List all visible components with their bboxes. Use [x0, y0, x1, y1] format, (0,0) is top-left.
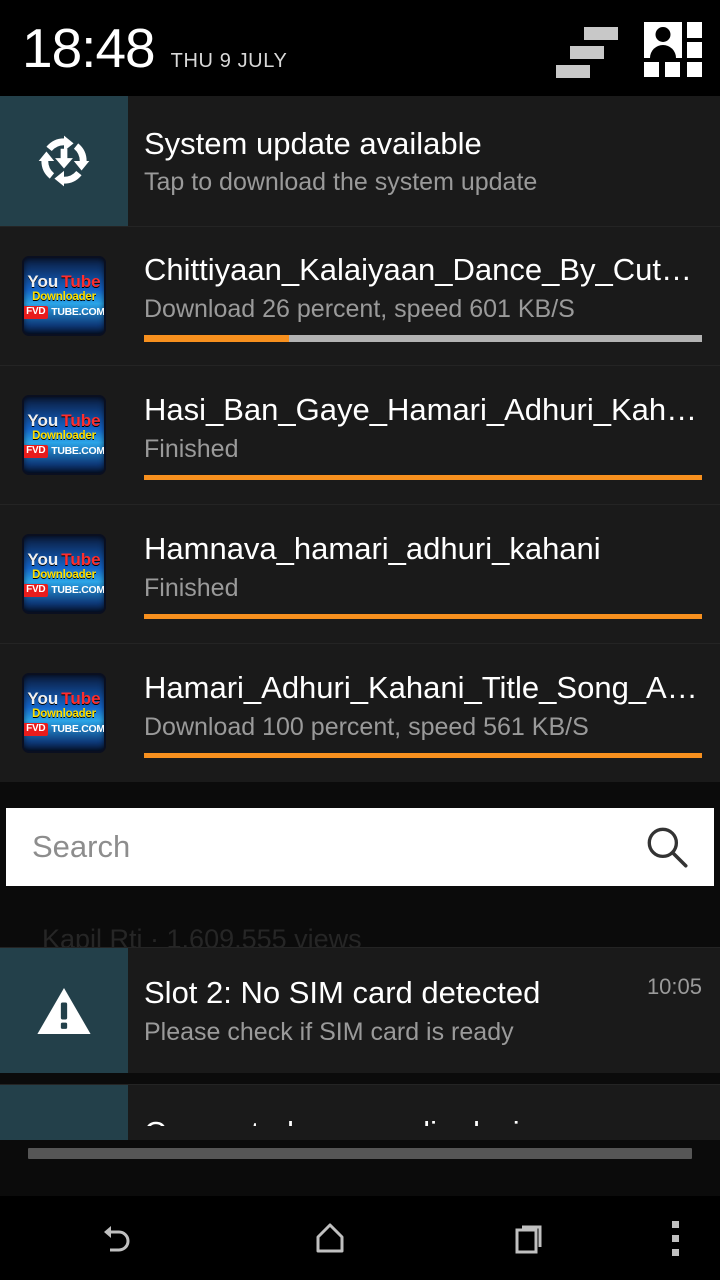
system-update-sync-icon	[33, 130, 95, 192]
download-progress-fill	[144, 753, 702, 758]
app-icon-domain-text: TUBE.COM	[51, 585, 105, 596]
shade-header: 18:48 THU 9 JULY	[0, 0, 720, 96]
youtube-downloader-app-icon: You Tube Downloader FVD TUBE.COM	[22, 256, 106, 336]
download-progress-bar	[144, 753, 702, 758]
notification-icon-panel: You Tube Downloader FVD TUBE.COM	[0, 505, 128, 643]
youtube-downloader-app-icon: You Tube Downloader FVD TUBE.COM	[22, 395, 106, 475]
notification-download-title-song[interactable]: You Tube Downloader FVD TUBE.COM Hamari_…	[0, 643, 720, 782]
signal-bars-icon[interactable]	[556, 24, 618, 76]
download-progress-fill	[144, 335, 289, 342]
back-icon[interactable]	[0, 1196, 230, 1280]
notification-icon-panel: You Tube Downloader FVD TUBE.COM	[0, 644, 128, 782]
notification-subtitle: Please check if SIM card is ready	[144, 1017, 702, 1048]
download-progress-fill	[144, 614, 702, 619]
notification-content: Hasi_Ban_Gaye_Hamari_Adhuri_Kaha… Finish…	[128, 366, 720, 504]
notification-icon-panel: You Tube Downloader FVD TUBE.COM	[0, 227, 128, 365]
notification-subtitle: Tap to download the system update	[144, 167, 702, 198]
clock-and-date[interactable]: 18:48 THU 9 JULY	[0, 21, 287, 76]
navigation-bar	[0, 1196, 720, 1280]
app-icon-fvd-badge: FVD	[23, 306, 48, 319]
app-icon-tube-text: Tube	[61, 412, 100, 429]
notification-subtitle: Download 100 percent, speed 561 KB/S	[144, 712, 702, 743]
notification-icon-panel	[0, 1085, 128, 1140]
app-icon-tube-text: Tube	[61, 551, 100, 568]
warning-triangle-icon	[35, 984, 93, 1038]
notification-title: Hamnava_hamari_adhuri_kahani	[144, 531, 702, 568]
home-icon[interactable]	[230, 1196, 430, 1280]
search-bar[interactable]: Search	[6, 808, 714, 886]
youtube-downloader-app-icon: You Tube Downloader FVD TUBE.COM	[22, 534, 106, 614]
shade-drag-handle-area[interactable]	[0, 1140, 720, 1196]
notification-icon-panel	[0, 948, 128, 1073]
shade-drag-handle[interactable]	[28, 1148, 692, 1159]
notification-icon-panel: You Tube Downloader FVD TUBE.COM	[0, 366, 128, 504]
notification-download-chittiyaan[interactable]: You Tube Downloader FVD TUBE.COM Chittiy…	[0, 226, 720, 365]
notification-title: Chittiyaan_Kalaiyaan_Dance_By_Cute…	[144, 252, 702, 289]
app-icon-domain-text: TUBE.COM	[51, 307, 105, 318]
notification-download-hamnava[interactable]: You Tube Downloader FVD TUBE.COM Hamnava…	[0, 504, 720, 643]
app-icon-downloader-text: Downloader	[32, 431, 96, 443]
app-icon-domain-text: TUBE.COM	[51, 446, 105, 457]
app-icon-you-text: You	[27, 273, 58, 290]
app-icon-you-text: You	[27, 412, 58, 429]
quick-settings-user-icon[interactable]	[644, 22, 702, 77]
notification-subtitle: Finished	[144, 434, 702, 465]
notification-title: Slot 2: No SIM card detected	[144, 975, 702, 1012]
app-icon-you-text: You	[27, 690, 58, 707]
app-icon-you-text: You	[27, 551, 58, 568]
clock-date: THU 9 JULY	[171, 51, 288, 71]
download-progress-bar	[144, 614, 702, 619]
notification-list[interactable]: Kapil Rti · 1,609,555 views System updat…	[0, 96, 720, 1196]
recents-icon[interactable]	[430, 1196, 630, 1280]
notification-title: System update available	[144, 126, 702, 163]
notification-title: Connected as a media device	[144, 1115, 702, 1126]
youtube-downloader-app-icon: You Tube Downloader FVD TUBE.COM	[22, 673, 106, 753]
notification-download-hasi-ban-gaye[interactable]: You Tube Downloader FVD TUBE.COM Hasi_Ba…	[0, 365, 720, 504]
overflow-menu-icon[interactable]	[630, 1196, 720, 1280]
android-notification-shade: 18:48 THU 9 JULY Kapil Rti · 1,609,555 v…	[0, 0, 720, 1280]
notification-subtitle: Download 26 percent, speed 601 KB/S	[144, 294, 702, 325]
notification-icon-panel	[0, 96, 128, 226]
notification-usb-media-device[interactable]: Connected as a media device	[0, 1084, 720, 1140]
notification-system-update[interactable]: System update available Tap to download …	[0, 96, 720, 226]
notification-content: Slot 2: No SIM card detected Please chec…	[128, 948, 720, 1073]
notification-title: Hamari_Adhuri_Kahani_Title_Song_Ar…	[144, 670, 702, 707]
notification-content: Connected as a media device	[128, 1085, 720, 1140]
app-icon-fvd-badge: FVD	[23, 445, 48, 458]
app-icon-downloader-text: Downloader	[32, 292, 96, 304]
app-icon-fvd-badge: FVD	[23, 584, 48, 597]
search-input[interactable]: Search	[32, 829, 130, 865]
app-icon-domain-text: TUBE.COM	[51, 724, 105, 735]
notification-content: Hamari_Adhuri_Kahani_Title_Song_Ar… Down…	[128, 644, 720, 782]
download-progress-fill	[144, 475, 702, 480]
download-progress-bar	[144, 475, 702, 480]
notification-content: Chittiyaan_Kalaiyaan_Dance_By_Cute… Down…	[128, 227, 720, 365]
notification-title: Hasi_Ban_Gaye_Hamari_Adhuri_Kaha…	[144, 392, 702, 429]
search-icon[interactable]	[642, 822, 692, 872]
download-progress-bar	[144, 335, 702, 342]
notification-sim-slot-2[interactable]: Slot 2: No SIM card detected Please chec…	[0, 947, 720, 1073]
app-icon-downloader-text: Downloader	[32, 709, 96, 721]
header-icon-group	[556, 22, 702, 77]
app-icon-tube-text: Tube	[61, 690, 100, 707]
notification-timestamp: 10:05	[647, 974, 702, 1000]
notification-content: Hamnava_hamari_adhuri_kahani Finished	[128, 505, 720, 643]
notification-content: System update available Tap to download …	[128, 96, 720, 226]
clock-time: 18:48	[22, 21, 155, 76]
app-icon-fvd-badge: FVD	[23, 723, 48, 736]
app-icon-tube-text: Tube	[61, 273, 100, 290]
notification-subtitle: Finished	[144, 573, 702, 604]
app-icon-downloader-text: Downloader	[32, 570, 96, 582]
